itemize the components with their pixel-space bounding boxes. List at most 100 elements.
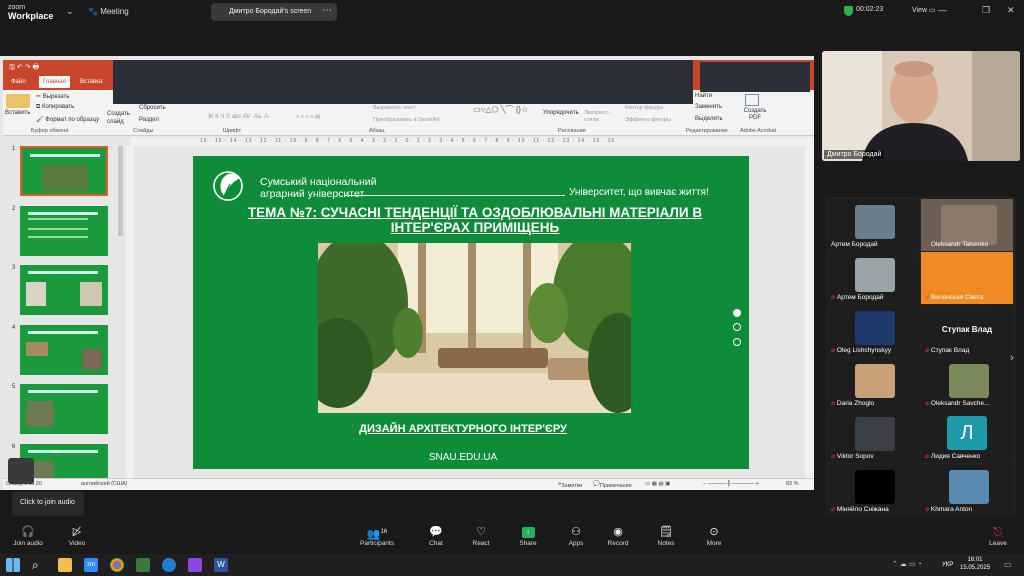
shape-effects-button[interactable]: Эффекты фигуры (625, 117, 671, 123)
participant-tile[interactable]: ⌀ Daria Zhoglo (827, 358, 919, 410)
create-pdf-button[interactable]: Создать PDF (741, 108, 769, 122)
reset-button[interactable]: Сбросить (139, 105, 166, 111)
find-button[interactable]: Найти (695, 93, 712, 99)
leave-button[interactable]: ⎋ Leave (976, 524, 1020, 547)
chrome-icon[interactable] (110, 558, 124, 572)
paw-icon: 🐾 (88, 7, 101, 16)
participant-tile[interactable]: ⌀ Виленская Света (921, 252, 1013, 304)
paste-button[interactable]: Вставить (5, 110, 30, 116)
slide-scrollbar[interactable] (805, 146, 814, 478)
zoom-app-icon[interactable]: zm (84, 558, 98, 572)
edge-icon[interactable] (162, 558, 176, 572)
participant-tile[interactable]: Ступак Влад ⌀ Ступак Влад (921, 305, 1013, 357)
tray-icons[interactable]: ⌃ ☁ ▭ ◔ (892, 560, 922, 568)
react-button[interactable]: ♡ React (459, 524, 503, 547)
slide-dot-active (733, 309, 741, 317)
paragraph-align-buttons[interactable]: ≡ ≡ ≡ ≡ ▤ (296, 114, 320, 120)
quick-access-icons[interactable]: 🖫 ↶ ↷ 🖶 (9, 63, 69, 73)
mic-muted-icon: ⌀ (831, 506, 835, 513)
thumbnail-scrollbar[interactable] (118, 146, 123, 236)
tab-insert[interactable]: Вставка (80, 79, 102, 85)
mic-muted-icon: ⌀ (925, 347, 929, 354)
video-button[interactable]: ▷̸ Video (55, 524, 99, 547)
file-explorer-icon[interactable] (58, 558, 72, 572)
tab-home[interactable]: Главная (39, 76, 70, 88)
notes-icon: 🗒 (659, 526, 673, 538)
join-audio-button[interactable]: 🎧 Join audio (6, 524, 50, 547)
participant-tile[interactable]: ⌀ Артем Бородай (827, 252, 919, 304)
participant-name-text: Daria Zhoglo (836, 400, 875, 407)
restore-icon[interactable]: ❐ (982, 5, 990, 16)
zoom-slider[interactable]: − ─────┃────── + (703, 481, 759, 487)
arrange-button[interactable]: Упорядочить (543, 110, 579, 116)
chat-button[interactable]: 💬 Chat (414, 524, 458, 547)
windows-start-icon[interactable] (6, 558, 20, 572)
horizontal-ruler: 16 · 15 · 14 · 13 · 12 · 11 · 10 · 9 · 8… (130, 138, 814, 146)
notes-button[interactable]: 🗒 Notes (644, 524, 688, 547)
participants-button[interactable]: 👥16 Participants (355, 524, 399, 547)
replace-button[interactable]: Заменить (695, 104, 722, 110)
clock-time: 16:01 (967, 557, 983, 563)
slide-thumbnail[interactable] (20, 206, 108, 256)
chevron-right-icon[interactable]: › (1010, 352, 1014, 364)
align-text-button[interactable]: Выровнять текст (373, 105, 416, 111)
vertical-ruler (126, 146, 134, 478)
slide-thumbnail[interactable] (20, 146, 108, 196)
tab-file[interactable]: Файл (11, 79, 26, 85)
word-icon[interactable]: W (214, 558, 228, 572)
quick-styles-button[interactable]: Экспресс-стили (584, 110, 614, 124)
participant-tile[interactable]: Артем Бородай (827, 199, 919, 251)
minimize-icon[interactable]: — (938, 5, 947, 15)
apps-label: Apps (568, 540, 584, 547)
copy-button[interactable]: ⧉ Копировать (36, 104, 74, 111)
slide-thumbnail[interactable] (20, 325, 108, 375)
participant-tile[interactable]: ⌀ Oleksandr Savche... (921, 358, 1013, 410)
notification-icon[interactable]: ▭ (1004, 560, 1012, 569)
participant-tile[interactable]: ⌀ Oleksandr Tatsenko (921, 199, 1013, 251)
viber-icon[interactable] (188, 558, 202, 572)
system-clock[interactable]: 16:01 15.05.2025 (960, 556, 990, 572)
view-buttons[interactable]: ▭ ▦ ▤ ▣ (645, 481, 670, 487)
shield-icon[interactable] (844, 6, 853, 16)
chevron-down-icon[interactable]: ⌄ (66, 6, 74, 17)
cut-button[interactable]: ✂ Вырезать (36, 93, 69, 100)
active-speaker-video[interactable] (822, 51, 1020, 161)
participant-video (949, 364, 989, 398)
new-slide-button[interactable]: Создать слайд (107, 110, 133, 126)
meeting-menu[interactable]: 🐾 Meeting (88, 7, 129, 16)
apps-button[interactable]: ⚇ Apps (554, 524, 598, 547)
comments-button[interactable]: 💬 Примечания (593, 481, 632, 489)
course-title: ДИЗАЙН АРХІТЕКТУРНОГО ІНТЕР'ЄРУ (359, 423, 567, 435)
slide-thumbnail[interactable] (20, 265, 108, 315)
view-menu[interactable]: View ▭ (912, 6, 936, 14)
share-button[interactable]: ↑ Share (506, 524, 550, 547)
font-format-buttons[interactable]: Ж К Ч S abc AV· Aa· A· (208, 114, 270, 120)
section-button[interactable]: Раздел (139, 117, 159, 123)
slide-thumbnail[interactable] (20, 384, 108, 434)
participants-count: 16 (380, 529, 388, 535)
shapes-gallery[interactable]: ▭○△⬠ ╲⌒ {}☆ (473, 104, 528, 115)
more-icon[interactable]: ⋯ (322, 5, 332, 16)
participant-tile[interactable]: ⌀ Khmara Anton (921, 464, 1013, 516)
notes-button[interactable]: ≡ Заметки (558, 481, 582, 489)
smartart-button[interactable]: Преобразовать в SmartArt (373, 117, 440, 123)
interior-photo (318, 243, 631, 413)
participant-tile[interactable]: ⌀ Міняйло Сніжана (827, 464, 919, 516)
participant-tile[interactable]: Л ⌀ Лидия Савченко (921, 411, 1013, 463)
close-icon[interactable]: ✕ (1007, 5, 1015, 16)
participant-tile[interactable]: ⌀ Viktor Sopov (827, 411, 919, 463)
record-button[interactable]: ◉ Record (596, 524, 640, 547)
screen-share-indicator[interactable]: Дмитро Бородай's screen ⋯ (211, 3, 337, 21)
participant-tile[interactable]: ⌀ Oleg Lishchynskyy (827, 305, 919, 357)
university-motto: Університет, що вивчає життя! (569, 187, 709, 198)
keyboard-language[interactable]: УКР (942, 562, 953, 568)
format-painter-button[interactable]: 🖌 Формат по образцу (36, 116, 99, 123)
search-icon[interactable]: ⌕ (32, 558, 46, 572)
calculator-icon[interactable] (136, 558, 150, 572)
university-name: Сумський національний аграрний університ… (260, 176, 377, 200)
paste-icon[interactable] (6, 94, 30, 108)
more-button[interactable]: ⊙ More (692, 524, 736, 547)
select-button[interactable]: Выделить (695, 116, 723, 122)
notes-label: Заметки (561, 483, 583, 489)
shape-outline-button[interactable]: Контур фигуры (625, 105, 663, 111)
